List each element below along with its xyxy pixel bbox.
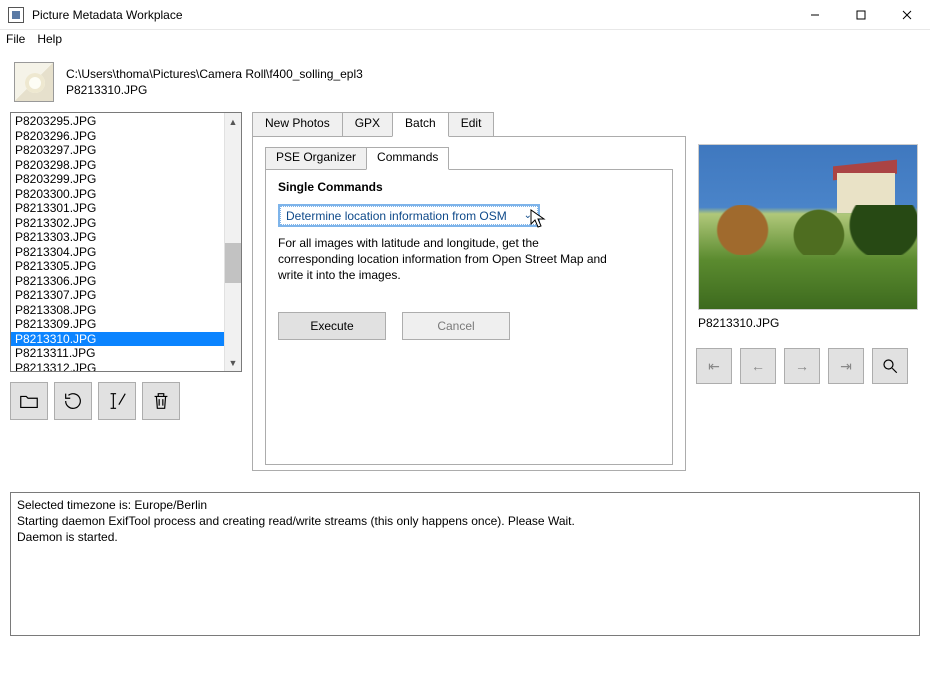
magnifier-icon [881, 357, 899, 375]
close-button[interactable] [884, 0, 930, 30]
center-column: New PhotosGPXBatchEdit PSE OrganizerComm… [252, 112, 686, 472]
menu-file[interactable]: File [6, 32, 25, 46]
log-panel: Selected timezone is: Europe/BerlinStart… [10, 492, 920, 636]
cursor-icon [530, 209, 546, 229]
preview-nav-row: ⇤ ← → ⇥ [696, 348, 920, 384]
chevron-down-icon: ⌄ [524, 210, 532, 221]
header-thumbnail [14, 62, 54, 102]
zoom-button[interactable] [872, 348, 908, 384]
nav-next-button[interactable]: → [784, 348, 820, 384]
file-list-item[interactable]: P8213311.JPG [11, 346, 224, 361]
scroll-up-icon[interactable]: ▲ [225, 113, 241, 130]
left-column: P8203295.JPGP8203296.JPGP8203297.JPGP820… [10, 112, 242, 472]
scroll-thumb[interactable] [225, 243, 241, 283]
header-row: C:\Users\thoma\Pictures\Camera Roll\f400… [0, 52, 930, 112]
current-file: P8213310.JPG [66, 82, 363, 98]
log-line: Starting daemon ExifTool process and cre… [17, 513, 913, 529]
maximize-button[interactable] [838, 0, 884, 30]
tab-new-photos[interactable]: New Photos [252, 112, 343, 136]
arrow-left-icon: ← [751, 358, 765, 374]
path-block: C:\Users\thoma\Pictures\Camera Roll\f400… [66, 66, 363, 98]
tab-edit[interactable]: Edit [448, 112, 495, 136]
arrow-left-end-icon: ⇤ [708, 358, 720, 375]
file-list-item[interactable]: P8213302.JPG [11, 216, 224, 231]
nav-first-button[interactable]: ⇤ [696, 348, 732, 384]
folder-icon [18, 390, 40, 412]
log-line: Daemon is started. [17, 529, 913, 545]
file-list-item[interactable]: P8213309.JPG [11, 317, 224, 332]
section-title: Single Commands [278, 180, 660, 194]
scroll-down-icon[interactable]: ▼ [225, 354, 241, 371]
file-list-item[interactable]: P8213312.JPG [11, 361, 224, 372]
main-layout: P8203295.JPGP8203296.JPGP8203297.JPGP820… [0, 112, 930, 472]
file-list-item[interactable]: P8213306.JPG [11, 274, 224, 289]
file-list-item[interactable]: P8213308.JPG [11, 303, 224, 318]
app-icon [8, 7, 24, 23]
file-list-scrollbar[interactable]: ▲ ▼ [224, 113, 241, 371]
file-list-item[interactable]: P8203295.JPG [11, 114, 224, 129]
cancel-button: Cancel [402, 312, 510, 340]
subtab-pse-organizer[interactable]: PSE Organizer [265, 147, 367, 169]
file-list-item[interactable]: P8213305.JPG [11, 259, 224, 274]
trash-icon [150, 390, 172, 412]
nav-prev-button[interactable]: ← [740, 348, 776, 384]
commands-panel: Single Commands Determine location infor… [265, 169, 673, 465]
rename-button[interactable] [98, 382, 136, 420]
arrow-right-icon: → [795, 358, 809, 374]
right-column: P8213310.JPG ⇤ ← → ⇥ [696, 112, 920, 472]
preview-image [698, 144, 918, 310]
arrow-right-end-icon: ⇥ [840, 358, 852, 375]
current-directory: C:\Users\thoma\Pictures\Camera Roll\f400… [66, 66, 363, 82]
file-list-panel: P8203295.JPGP8203296.JPGP8203297.JPGP820… [10, 112, 242, 372]
batch-tab-body: PSE OrganizerCommands Single Commands De… [252, 136, 686, 471]
rename-icon [106, 390, 128, 412]
preview-panel: P8213310.JPG [696, 112, 920, 334]
refresh-icon [62, 390, 84, 412]
preview-caption: P8213310.JPG [696, 316, 779, 330]
file-list-item[interactable]: P8213303.JPG [11, 230, 224, 245]
file-list[interactable]: P8203295.JPGP8203296.JPGP8203297.JPGP820… [11, 113, 224, 371]
tab-gpx[interactable]: GPX [342, 112, 393, 136]
log-line: Selected timezone is: Europe/Berlin [17, 497, 913, 513]
execute-button[interactable]: Execute [278, 312, 386, 340]
refresh-button[interactable] [54, 382, 92, 420]
file-list-item[interactable]: P8203297.JPG [11, 143, 224, 158]
file-list-item[interactable]: P8203296.JPG [11, 129, 224, 144]
file-list-item[interactable]: P8213304.JPG [11, 245, 224, 260]
title-bar: Picture Metadata Workplace [0, 0, 930, 30]
file-list-item[interactable]: P8203299.JPG [11, 172, 224, 187]
command-button-row: Execute Cancel [278, 312, 660, 340]
delete-button[interactable] [142, 382, 180, 420]
menu-help[interactable]: Help [37, 32, 62, 46]
file-list-item[interactable]: P8213310.JPG [11, 332, 224, 347]
command-dropdown-value: Determine location information from OSM [286, 209, 507, 223]
window-title: Picture Metadata Workplace [32, 8, 792, 22]
main-tabstrip: New PhotosGPXBatchEdit [252, 112, 686, 136]
left-toolbar [10, 382, 242, 420]
nav-last-button[interactable]: ⇥ [828, 348, 864, 384]
open-folder-button[interactable] [10, 382, 48, 420]
file-list-item[interactable]: P8213301.JPG [11, 201, 224, 216]
sub-tabstrip: PSE OrganizerCommands [265, 147, 673, 169]
file-list-item[interactable]: P8203300.JPG [11, 187, 224, 202]
menu-bar: File Help [0, 30, 930, 52]
file-list-item[interactable]: P8203298.JPG [11, 158, 224, 173]
command-description: For all images with latitude and longitu… [278, 235, 608, 284]
file-list-item[interactable]: P8213307.JPG [11, 288, 224, 303]
window-controls [792, 0, 930, 30]
subtab-commands[interactable]: Commands [366, 147, 449, 170]
tab-batch[interactable]: Batch [392, 112, 449, 137]
command-dropdown[interactable]: Determine location information from OSM … [278, 204, 540, 227]
minimize-button[interactable] [792, 0, 838, 30]
